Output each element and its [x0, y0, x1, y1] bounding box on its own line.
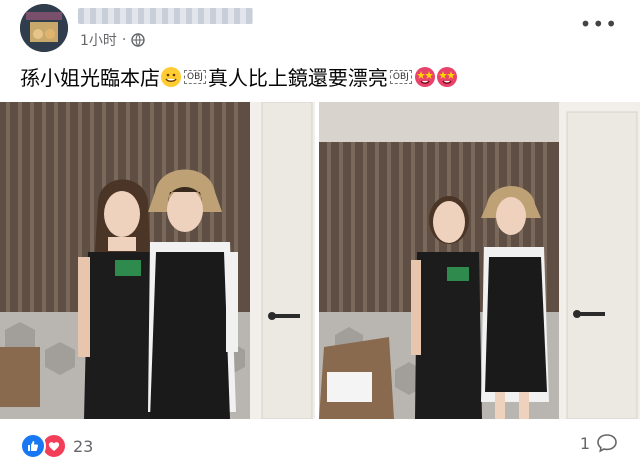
object-placeholder-2: OBJ [389, 69, 412, 84]
reactions-summary[interactable]: 23 [20, 433, 93, 459]
like-reaction-icon [20, 433, 46, 459]
caption-text-2: 真人比上鏡還要漂亮 [207, 66, 388, 90]
reaction-count: 23 [73, 436, 94, 456]
globe-icon [131, 33, 146, 47]
caption-text-1: 孫小姐光臨本店 [20, 66, 160, 90]
comment-count: 1 [579, 433, 590, 453]
comments-summary[interactable]: 1 [580, 433, 618, 453]
photo-two-women-store-left [0, 102, 315, 419]
comment-icon [597, 434, 617, 453]
post-time[interactable]: 1小时 [80, 30, 117, 50]
post-photo-right[interactable] [319, 102, 640, 419]
post-meta: 1小时 · [80, 30, 146, 50]
photo-two-women-store-right [319, 102, 640, 419]
smile-emoji-icon [161, 66, 181, 87]
more-options-button[interactable]: ••• [580, 12, 618, 36]
post-photo-left[interactable] [0, 102, 315, 419]
star-struck-emoji-icon-2 [436, 66, 457, 87]
post-caption: 孫小姐光臨本店 OBJ 真人比上鏡還要漂亮 OBJ [20, 62, 458, 91]
object-placeholder-1: OBJ [184, 69, 206, 84]
star-struck-emoji-icon [414, 66, 435, 87]
author-name-blurred[interactable] [78, 8, 253, 24]
avatar-image [20, 4, 68, 52]
post-header: 1小时 · ••• [0, 0, 640, 55]
avatar[interactable] [20, 4, 68, 52]
